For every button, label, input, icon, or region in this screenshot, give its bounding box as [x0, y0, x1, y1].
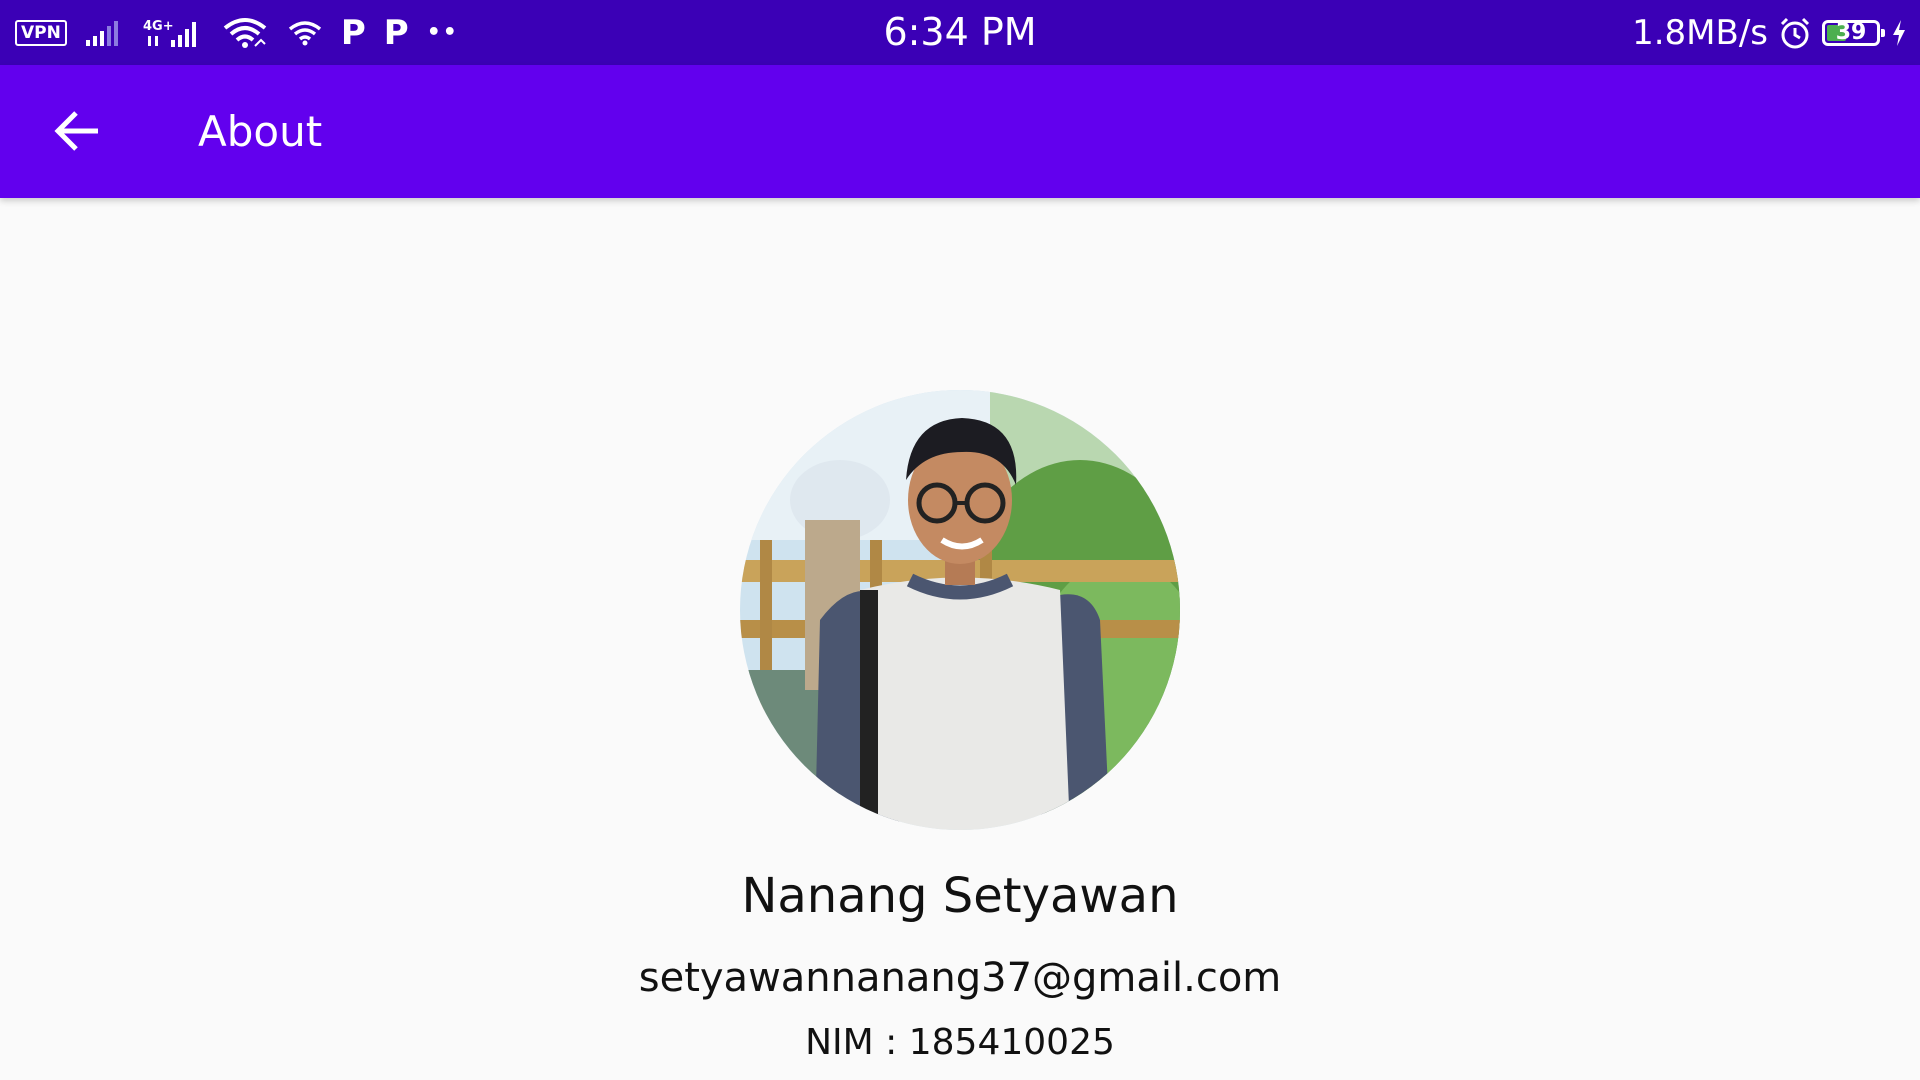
signal-4g-icon: 4G+: [143, 16, 203, 50]
battery-level: 39: [1835, 19, 1867, 45]
arrow-back-icon: [54, 111, 98, 151]
wifi-icon: [221, 16, 269, 50]
profile-name: Nanang Setyawan: [741, 868, 1179, 924]
back-button[interactable]: [40, 98, 114, 164]
wifi-icon: [287, 18, 323, 48]
page-title: About: [198, 107, 323, 156]
charging-icon: [1890, 18, 1908, 48]
status-bar: VPN 4G+ P P •• 6:34 PM 1.8MB/s 39: [0, 0, 1920, 65]
status-left-icons: VPN 4G+ P P ••: [15, 0, 459, 65]
alarm-icon: [1778, 16, 1812, 50]
profile-email: setyawannanang37@gmail.com: [638, 955, 1282, 1001]
status-right-icons: 1.8MB/s 39: [1632, 0, 1908, 65]
app-bar: About: [0, 65, 1920, 198]
profile-nim: NIM : 185410025: [805, 1022, 1115, 1063]
vpn-icon: VPN: [15, 19, 67, 46]
parking-app-icon: P: [340, 12, 366, 53]
network-type-label: 4G+: [143, 19, 174, 34]
avatar: [740, 390, 1180, 830]
battery-tip: [1881, 28, 1885, 37]
parking-app-icon: P: [383, 12, 409, 53]
signal-icon: [85, 18, 125, 48]
network-speed: 1.8MB/s: [1632, 12, 1768, 53]
more-notifications-icon: ••: [426, 20, 459, 45]
battery-icon: 39: [1822, 19, 1885, 46]
